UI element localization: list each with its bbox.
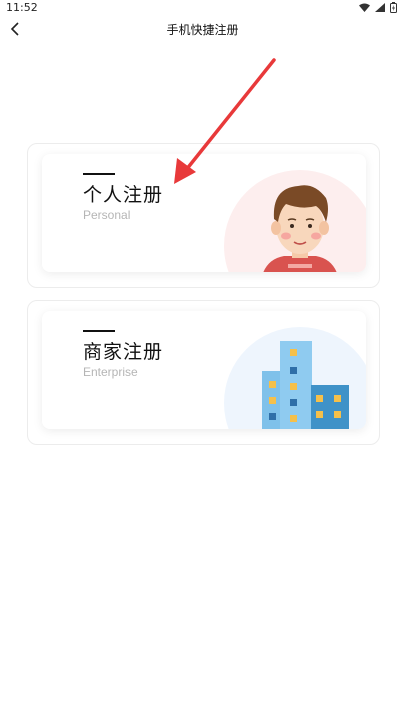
person-avatar-icon [224,170,366,272]
enterprise-register-subtitle: Enterprise [83,365,138,379]
enterprise-register-title: 商家注册 [83,341,164,363]
personal-register-subtitle: Personal [83,208,131,222]
signal-icon [375,3,385,12]
personal-register-card-frame: 个人注册 Personal [27,143,380,288]
wifi-icon [359,3,370,12]
enterprise-register-card-frame: 商家注册 Enterprise [27,300,380,445]
personal-register-card[interactable]: 个人注册 Personal [42,154,366,272]
battery-icon [390,2,397,13]
buildings-icon [224,327,366,429]
card-accent-bar [83,173,115,175]
status-icons [359,2,397,13]
status-time: 11:52 [6,1,38,14]
page-title: 手机快捷注册 [166,23,239,37]
enterprise-register-card[interactable]: 商家注册 Enterprise [42,311,366,429]
nav-bar: 手机快捷注册 [0,14,405,44]
card-accent-bar [83,330,115,332]
personal-register-title: 个人注册 [83,184,164,206]
